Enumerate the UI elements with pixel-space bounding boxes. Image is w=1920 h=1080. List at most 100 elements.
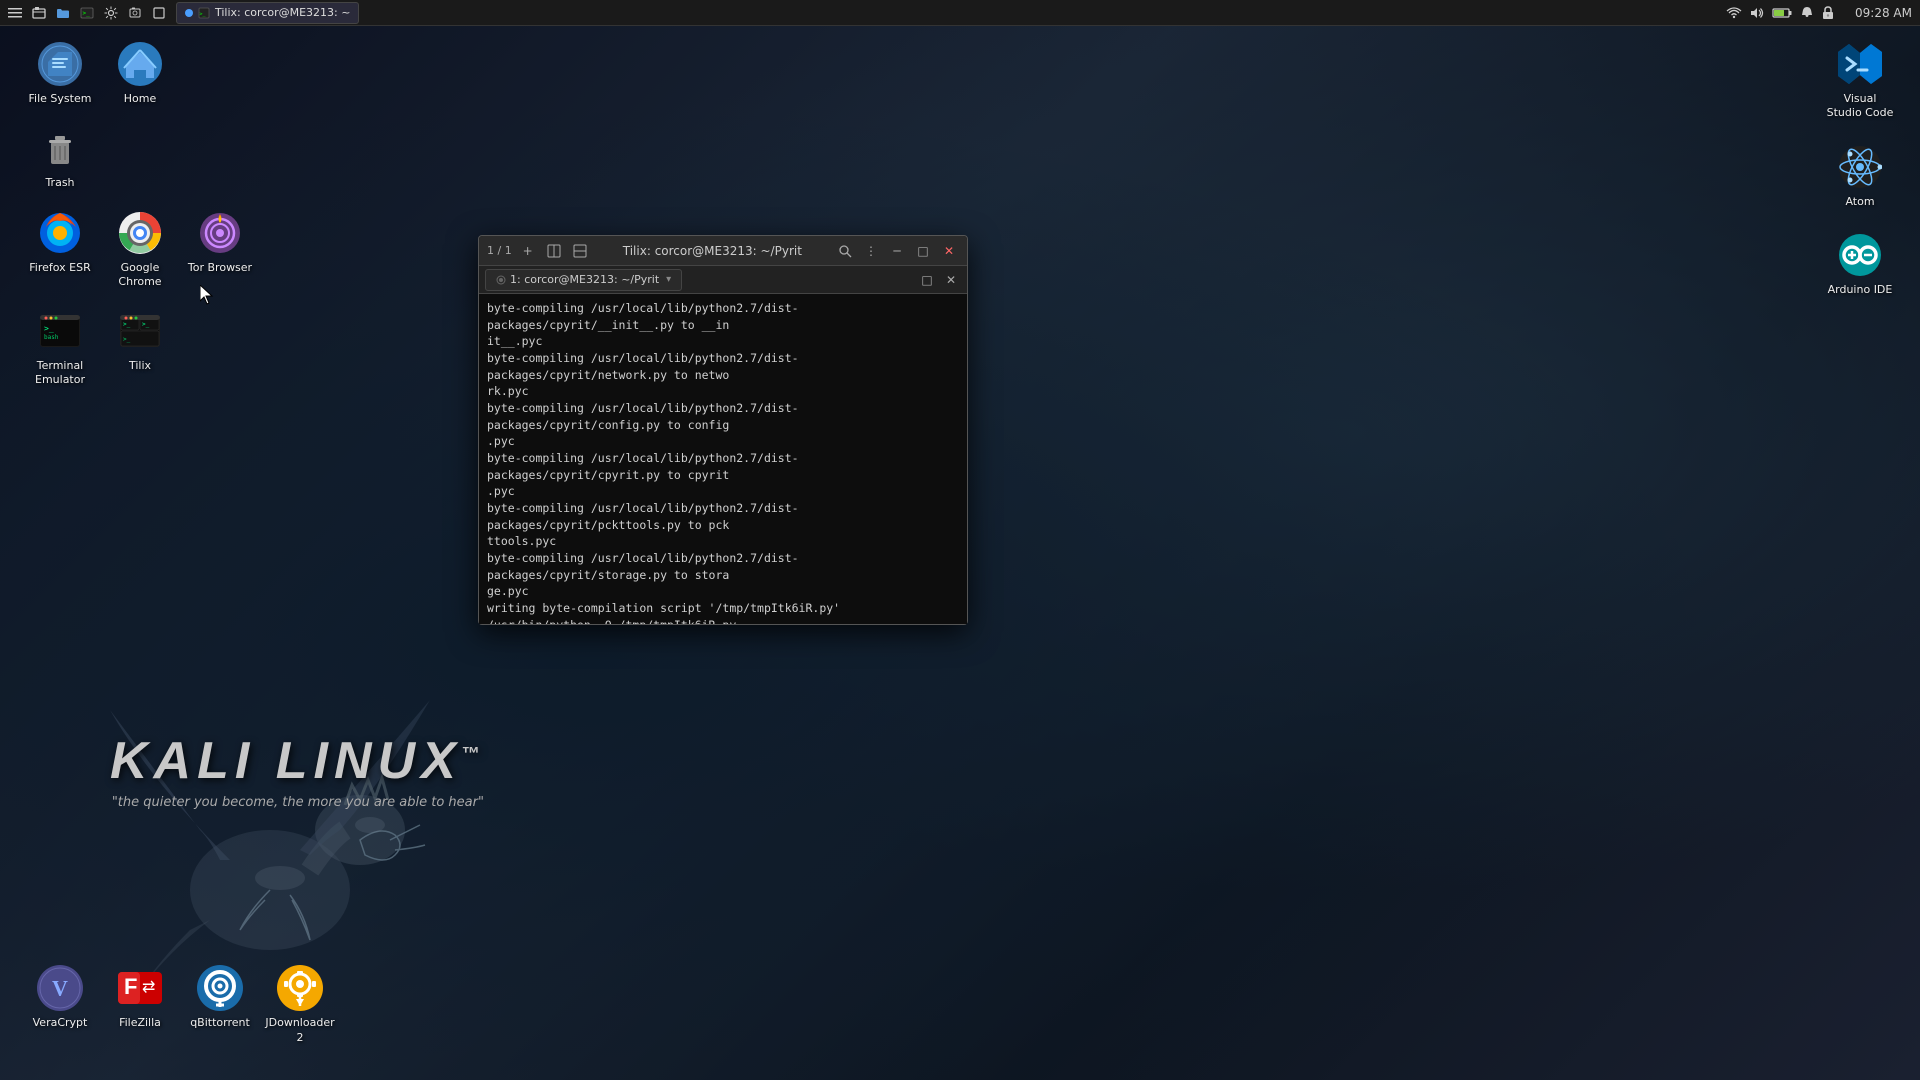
term-line-10: byte-compiling /usr/local/lib/python2.7/… <box>487 550 959 583</box>
win-close-btn[interactable]: ✕ <box>939 241 959 261</box>
desktop-row-2: Trash <box>20 119 260 195</box>
taskbar-settings-btn[interactable] <box>100 2 122 24</box>
desktop-icon-jdownloader[interactable]: JDownloader 2 <box>260 959 340 1050</box>
tilix-icon-img: >_ >_ >_ <box>116 307 164 355</box>
kali-title: KALI LINUX™ <box>110 731 486 791</box>
win-menu-btn[interactable]: ⋮ <box>861 241 881 261</box>
filezilla-icon-img: F ⇄ <box>116 964 164 1012</box>
desktop-icon-chrome[interactable]: Google Chrome <box>100 204 180 295</box>
filesystem-icon-img <box>36 40 84 88</box>
term-line-4: byte-compiling /usr/local/lib/python2.7/… <box>487 400 959 433</box>
inner-close-btn[interactable]: ✕ <box>941 270 961 290</box>
filesystem-label: File System <box>29 92 92 106</box>
arduino-label: Arduino IDE <box>1828 283 1893 297</box>
home-label: Home <box>124 92 156 106</box>
atom-icon-img <box>1836 143 1884 191</box>
svg-text:>_: >_ <box>200 11 207 17</box>
tab-label: 1: corcor@ME3213: ~/Pyrit <box>510 273 659 286</box>
desktop-icons-bottom: V VeraCrypt F ⇄ FileZilla <box>20 959 340 1050</box>
desktop-icon-firefox[interactable]: Firefox ESR <box>20 204 100 295</box>
taskbar-menu-btn[interactable] <box>4 2 26 24</box>
tab-close-btn[interactable]: ▾ <box>666 274 671 285</box>
desktop-icon-terminal[interactable]: >_ bash Terminal Emulator <box>20 302 100 393</box>
jdownloader-label: JDownloader 2 <box>265 1016 335 1045</box>
term-line-12: writing byte-compilation script '/tmp/tm… <box>487 600 959 617</box>
terminal-label: Terminal Emulator <box>25 359 95 388</box>
svg-text:>_: >_ <box>123 321 131 328</box>
vscode-icon-img <box>1836 40 1884 88</box>
time-display: 09:28 AM <box>1842 6 1912 20</box>
svg-text:V: V <box>52 976 68 1001</box>
vscode-label: Visual Studio Code <box>1825 92 1895 121</box>
terminal-tab-1[interactable]: 1: corcor@ME3213: ~/Pyrit ▾ <box>485 269 682 291</box>
win-search-btn[interactable] <box>835 241 855 261</box>
taskbar-tilix-app[interactable]: >_ Tilix: corcor@ME3213: ~ <box>176 2 359 24</box>
term-line-3: rk.pyc <box>487 383 959 400</box>
volume-icon <box>1750 6 1764 20</box>
desktop-row-4: >_ bash Terminal Emulator <box>20 302 260 393</box>
desktop-icon-veracrypt[interactable]: V VeraCrypt <box>20 959 100 1050</box>
desktop-icon-tor[interactable]: Tor Browser <box>180 204 260 295</box>
svg-text:bash: bash <box>44 334 59 341</box>
network-icon <box>1726 6 1742 20</box>
win-min-btn[interactable]: ─ <box>887 241 907 261</box>
chrome-icon-img <box>116 209 164 257</box>
desktop-icon-filesystem[interactable]: File System <box>20 35 100 111</box>
win-max-btn[interactable]: □ <box>913 241 933 261</box>
tab-add-btn[interactable]: + <box>518 241 538 261</box>
term-line-8: byte-compiling /usr/local/lib/python2.7/… <box>487 500 959 533</box>
trash-icon-img <box>36 124 84 172</box>
term-line-9: ttools.pyc <box>487 533 959 550</box>
app-indicator-dot <box>185 9 193 17</box>
desktop-icons-right: Visual Studio Code Atom <box>1820 35 1900 302</box>
tab-counter: 1 / 1 <box>487 244 512 257</box>
desktop-icon-trash[interactable]: Trash <box>20 119 100 195</box>
notification-icon <box>1800 6 1814 20</box>
taskbar-files-btn[interactable] <box>28 2 50 24</box>
svg-text:F: F <box>124 974 137 999</box>
battery-icon <box>1772 6 1792 20</box>
tilix-titlebar: 1 / 1 + Tilix: corcor@ME3213: ~/Pyrit ⋮ … <box>479 236 967 266</box>
term-line-2: byte-compiling /usr/local/lib/python2.7/… <box>487 350 959 383</box>
svg-text:>_: >_ <box>44 324 54 333</box>
desktop-icon-vscode[interactable]: Visual Studio Code <box>1820 35 1900 126</box>
inner-max-btn[interactable]: □ <box>917 270 937 290</box>
firefox-icon-img <box>36 209 84 257</box>
taskbar-square-btn[interactable] <box>148 2 170 24</box>
taskbar-terminal-btn[interactable]: >_ <box>76 2 98 24</box>
taskbar-app-label: Tilix: corcor@ME3213: ~ <box>215 6 350 19</box>
arduino-icon-img <box>1836 231 1884 279</box>
taskbar-apps: >_ Tilix: corcor@ME3213: ~ <box>176 2 359 24</box>
desktop-icon-home[interactable]: Home <box>100 35 180 111</box>
svg-text:>_: >_ <box>83 10 91 17</box>
taskbar: >_ >_ Tilix: corcor@ME3213: ~ <box>0 0 1920 26</box>
home-icon-img <box>116 40 164 88</box>
veracrypt-label: VeraCrypt <box>33 1016 88 1030</box>
tab-split-h-btn[interactable] <box>570 241 590 261</box>
taskbar-left: >_ <box>0 2 170 24</box>
desktop-icon-tilix[interactable]: >_ >_ >_ Tilix <box>100 302 180 393</box>
tilix-title-text: Tilix: corcor@ME3213: ~/Pyrit <box>596 244 829 258</box>
term-line-13: /usr/bin/python -O /tmp/tmpItk6iR.py <box>487 617 959 624</box>
terminal-icon-img: >_ bash <box>36 307 84 355</box>
tilix-tab-bar: 1: corcor@ME3213: ~/Pyrit ▾ □ ✕ <box>479 266 967 294</box>
veracrypt-icon-img: V <box>36 964 84 1012</box>
svg-text:>_: >_ <box>123 336 131 343</box>
tor-icon-img <box>196 209 244 257</box>
term-line-1: it__.pyc <box>487 333 959 350</box>
taskbar-screenshot-btn[interactable] <box>124 2 146 24</box>
trash-label: Trash <box>45 176 74 190</box>
kali-subtitle: "the quieter you become, the more you ar… <box>110 795 486 810</box>
tab-split-v-btn[interactable] <box>544 241 564 261</box>
taskbar-folder-btn[interactable] <box>52 2 74 24</box>
qbittorrent-icon-img <box>196 964 244 1012</box>
desktop-icon-atom[interactable]: Atom <box>1820 138 1900 214</box>
term-line-11: ge.pyc <box>487 583 959 600</box>
svg-text:>_: >_ <box>142 321 150 328</box>
desktop-icon-arduino[interactable]: Arduino IDE <box>1820 226 1900 302</box>
desktop-icon-qbittorrent[interactable]: qBittorrent <box>180 959 260 1050</box>
jdownloader-icon-img <box>276 964 324 1012</box>
desktop-icon-filezilla[interactable]: F ⇄ FileZilla <box>100 959 180 1050</box>
lock-icon <box>1822 6 1834 20</box>
term-line-7: .pyc <box>487 483 959 500</box>
